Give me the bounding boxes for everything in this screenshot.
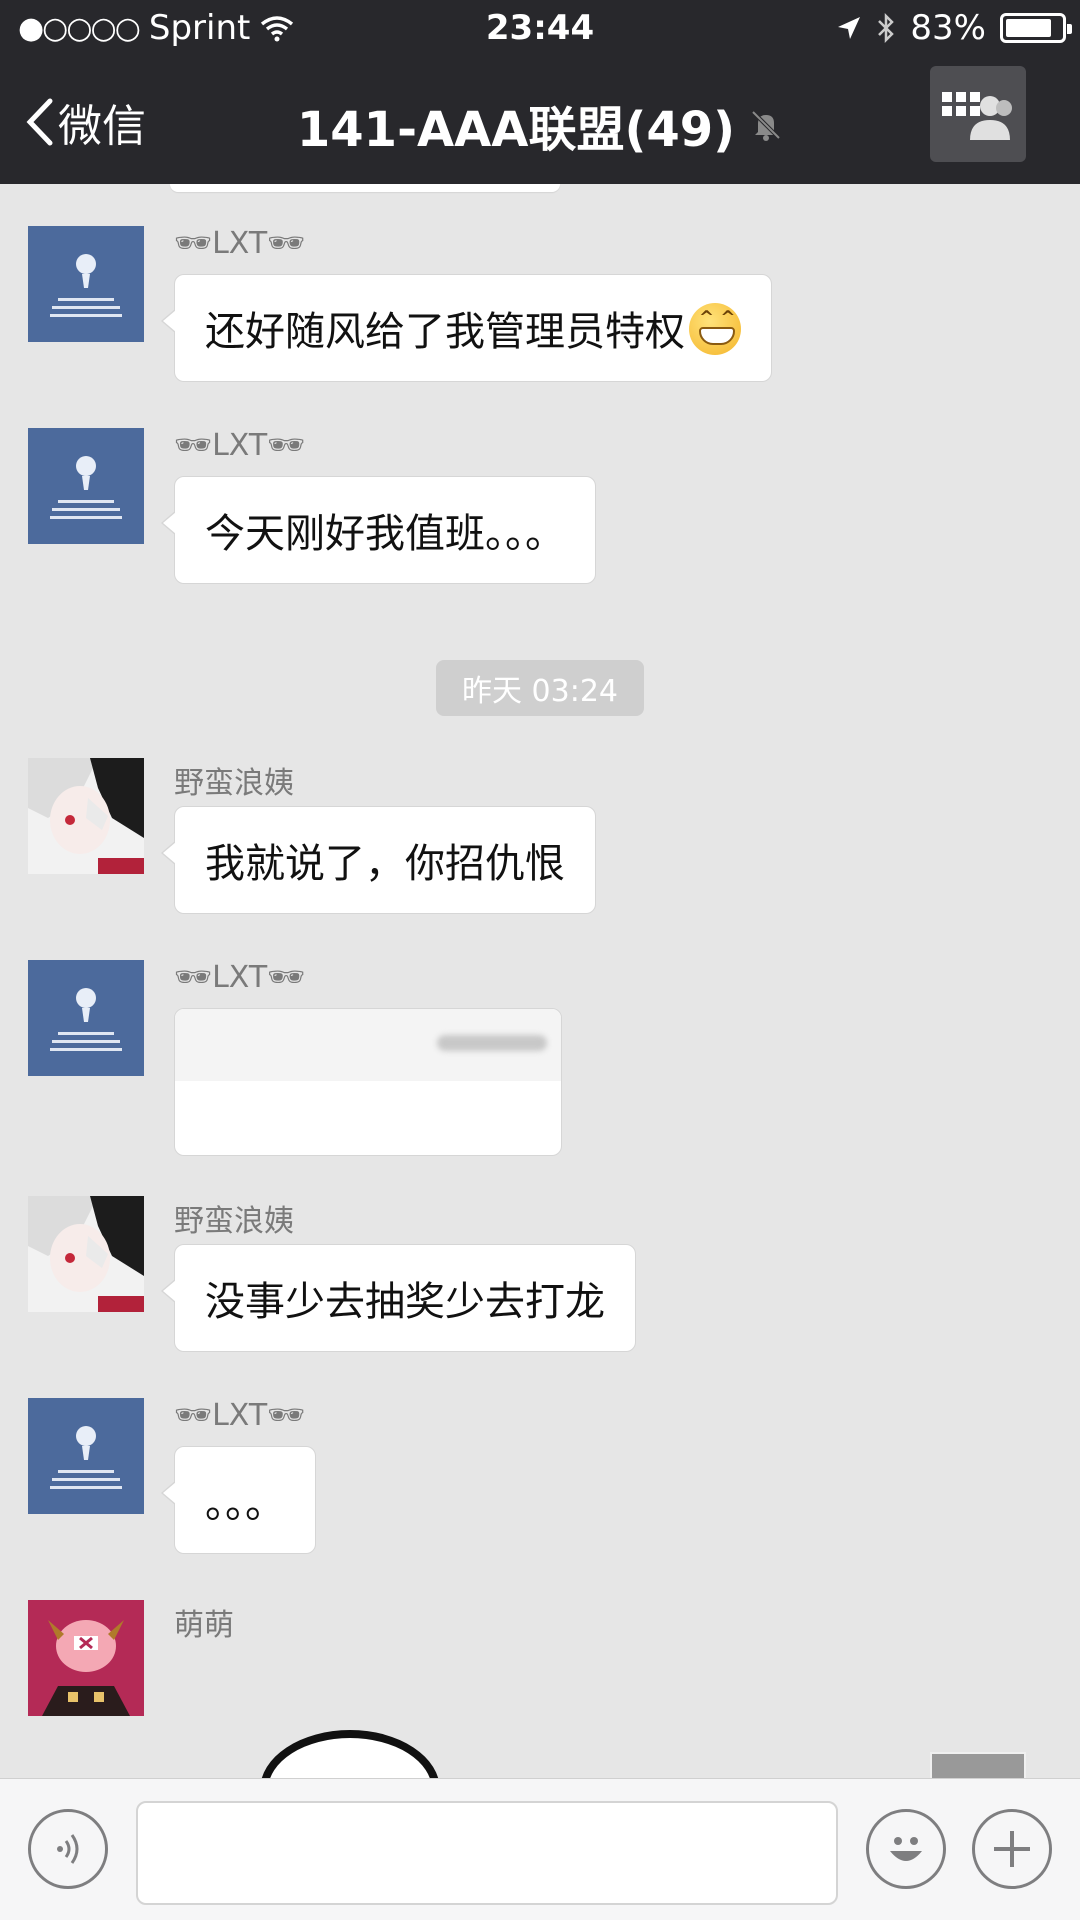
back-button[interactable]: 微信: [24, 90, 146, 154]
card-blurred-text: [437, 1035, 547, 1051]
chat-area[interactable]: 🕶LXT🕶 还好随风给了我管理员特权 🕶LXT🕶 今天刚好我值班。。。 昨天 0…: [0, 184, 1080, 1778]
avatar-yeman[interactable]: [28, 758, 144, 874]
sender-name: 🕶LXT🕶: [174, 1398, 306, 1433]
shared-card-message[interactable]: [174, 1008, 562, 1156]
message-input[interactable]: [136, 1801, 838, 1905]
voice-icon: [57, 1834, 79, 1864]
sticker-message-partial[interactable]: [260, 1730, 440, 1778]
message-bubble[interactable]: 今天刚好我值班。。。: [161, 476, 596, 584]
message-text: 我就说了，你招仇恨: [205, 841, 565, 887]
sender-name: 野蛮浪姨: [174, 1204, 294, 1239]
avatar-lxt[interactable]: [28, 428, 144, 544]
battery-percent: 83%: [910, 8, 986, 48]
voice-toggle-button[interactable]: [28, 1809, 108, 1889]
more-options-button[interactable]: [972, 1809, 1052, 1889]
message-bubble[interactable]: 。。。: [161, 1446, 316, 1554]
avatar-lxt[interactable]: [28, 1398, 144, 1514]
status-right: 83%: [836, 8, 1072, 48]
message-text: 今天刚好我值班。。。: [205, 511, 565, 557]
message-bubble[interactable]: 还好随风给了我管理员特权: [161, 274, 772, 382]
message-text: 。。。: [205, 1481, 285, 1527]
status-bar: ●○○○○ Sprint 23:44 83%: [0, 0, 1080, 60]
sender-name: 🕶LXT🕶: [174, 960, 306, 995]
mute-bell-icon: [751, 110, 781, 141]
battery-icon: [1000, 13, 1072, 43]
avatar-mengmeng[interactable]: [28, 1600, 144, 1716]
battery-fill: [1006, 19, 1051, 37]
nav-bar: 微信 141-AAA联盟(49): [0, 60, 1080, 184]
input-bar: [0, 1778, 1080, 1920]
sender-name: 萌萌: [174, 1608, 234, 1643]
message-text: 没事少去抽奖少去打龙: [205, 1279, 605, 1325]
plus-icon: [994, 1831, 1030, 1867]
bluetooth-icon: [878, 12, 895, 44]
chevron-left-icon: [26, 98, 53, 146]
group-info-button[interactable]: [930, 66, 1026, 162]
grin-emoji-icon: [689, 303, 741, 355]
group-members-icon: [942, 92, 1012, 140]
avatar-lxt[interactable]: [28, 960, 144, 1076]
top-bar: ●○○○○ Sprint 23:44 83% 微信 141-AAA联盟(49): [0, 0, 1080, 184]
avatar-lxt[interactable]: [28, 226, 144, 342]
sender-name: 🕶LXT🕶: [174, 226, 306, 261]
smiley-icon: [890, 1837, 922, 1861]
timestamp-divider: 昨天 03:24: [436, 660, 644, 716]
location-arrow-icon: [838, 17, 861, 39]
emoji-button[interactable]: [866, 1809, 946, 1889]
sender-name: 野蛮浪姨: [174, 766, 294, 801]
message-bubble[interactable]: 我就说了，你招仇恨: [161, 806, 596, 914]
previous-message-edge: [170, 184, 560, 192]
chat-title: 141-AAA联盟(49): [200, 90, 880, 160]
message-text: 还好随风给了我管理员特权: [205, 309, 685, 355]
back-label: 微信: [58, 101, 146, 152]
avatar-yeman[interactable]: [28, 1196, 144, 1312]
chat-title-text: 141-AAA联盟(49): [296, 102, 736, 158]
sender-name: 🕶LXT🕶: [174, 428, 306, 463]
message-bubble[interactable]: 没事少去抽奖少去打龙: [161, 1244, 636, 1352]
